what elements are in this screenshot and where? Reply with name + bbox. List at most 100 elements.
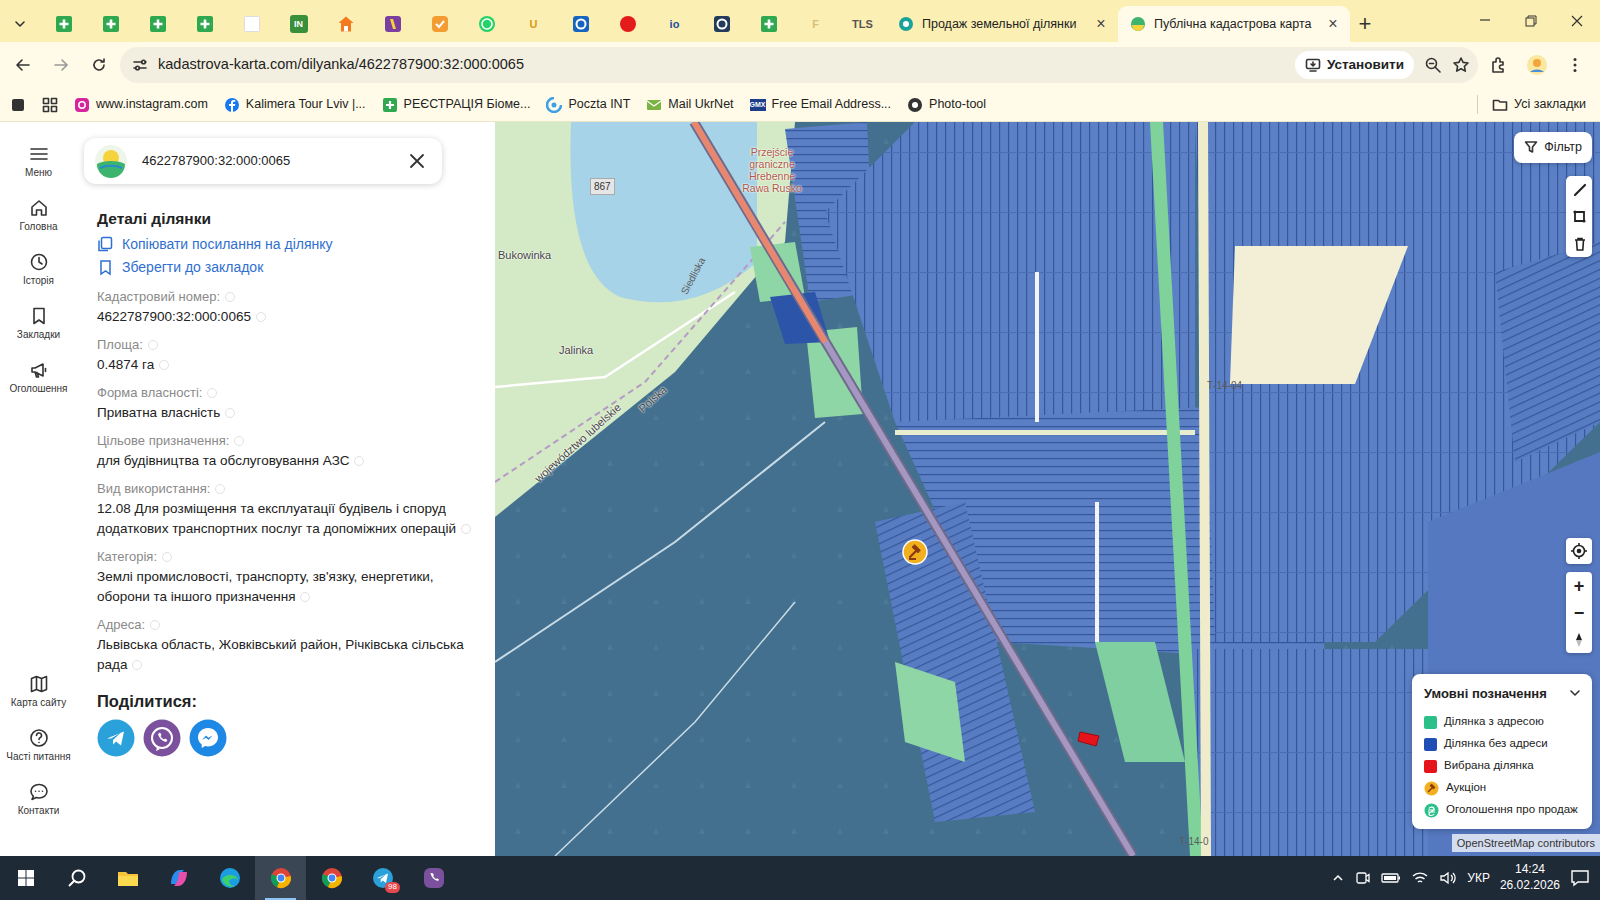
nav-label[interactable]: Меню bbox=[25, 167, 52, 180]
address-bar[interactable]: kadastrova-karta.com/dilyanka/4622787900… bbox=[120, 47, 1478, 83]
gmx-icon[interactable]: GMX bbox=[750, 99, 766, 111]
ruler-tool-button[interactable] bbox=[1566, 176, 1592, 203]
pinned-tab[interactable] bbox=[698, 6, 745, 42]
pinned-tab[interactable] bbox=[322, 6, 369, 42]
tab-title[interactable]: Продаж земельної ділянки bbox=[922, 15, 1084, 34]
map-attribution[interactable]: OpenStreetMap contributors bbox=[1452, 834, 1600, 853]
browser-menu-button[interactable] bbox=[1558, 48, 1592, 82]
star-icon[interactable] bbox=[1452, 56, 1470, 74]
bookmark-item[interactable]: Poczta INT bbox=[546, 95, 630, 114]
taskbar-app[interactable]: 98 bbox=[357, 856, 408, 900]
pinned-tab[interactable]: F bbox=[792, 6, 839, 42]
edge-icon[interactable] bbox=[218, 866, 242, 890]
menu-icon[interactable] bbox=[29, 144, 49, 164]
taskbar-app[interactable] bbox=[306, 856, 357, 900]
pinned-tab[interactable] bbox=[181, 6, 228, 42]
trash-icon[interactable] bbox=[1572, 236, 1587, 251]
bookmark-item[interactable]: Photo-tool bbox=[907, 95, 986, 114]
favicon-icon[interactable] bbox=[55, 15, 73, 33]
info-icon[interactable] bbox=[354, 456, 364, 466]
polygon-tool-button[interactable] bbox=[1566, 203, 1592, 230]
tab-groups-icon[interactable] bbox=[10, 97, 26, 113]
favicon-icon[interactable] bbox=[337, 15, 355, 33]
profile-button[interactable] bbox=[1520, 48, 1554, 82]
filter-label[interactable]: Фільтр bbox=[1544, 138, 1582, 157]
favicon-icon[interactable] bbox=[196, 15, 214, 33]
action-label[interactable]: Копіювати посилання на ділянку bbox=[122, 234, 333, 255]
nav-label[interactable]: Карта сайту bbox=[11, 697, 66, 710]
sitemap-icon[interactable] bbox=[29, 674, 49, 694]
favicon-icon[interactable] bbox=[760, 15, 778, 33]
history-icon[interactable] bbox=[29, 252, 49, 272]
search-icon[interactable] bbox=[67, 868, 87, 888]
pinned-tab[interactable] bbox=[463, 6, 510, 42]
bookmark-item[interactable]: Kalimera Tour Lviv |... bbox=[224, 95, 366, 114]
folder-icon[interactable] bbox=[1492, 97, 1508, 113]
favicon-icon[interactable] bbox=[713, 15, 731, 33]
clock-time[interactable]: 14:24 bbox=[1515, 862, 1545, 878]
funnel-icon[interactable] bbox=[1524, 140, 1538, 154]
chrome-icon[interactable] bbox=[320, 866, 344, 890]
viber-icon[interactable] bbox=[422, 866, 446, 890]
info-icon[interactable] bbox=[132, 660, 142, 670]
chevron-icon[interactable] bbox=[1568, 686, 1582, 700]
bookmark-label[interactable]: www.instagram.com bbox=[96, 95, 208, 114]
avatar-icon[interactable] bbox=[1526, 54, 1548, 76]
copy-icon[interactable] bbox=[97, 236, 114, 253]
nav-label[interactable]: Оголошення bbox=[9, 383, 67, 396]
bookmark-label[interactable]: Free Email Address... bbox=[772, 95, 892, 114]
bookmark-label[interactable]: Kalimera Tour Lviv |... bbox=[246, 95, 366, 114]
nav-item[interactable]: Головна bbox=[0, 196, 77, 246]
telegram-icon[interactable] bbox=[97, 719, 135, 757]
pinned-tab[interactable] bbox=[228, 6, 275, 42]
announce-icon[interactable] bbox=[29, 360, 49, 380]
clock-date[interactable]: 26.02.2026 bbox=[1500, 878, 1560, 894]
taskbar-app[interactable] bbox=[102, 856, 153, 900]
nav-item[interactable]: Закладки bbox=[0, 304, 77, 354]
tab-close-button[interactable]: × bbox=[1092, 16, 1110, 32]
site-settings-icon[interactable] bbox=[132, 57, 148, 73]
browser-tab[interactable]: Публічна кадастрова карта× bbox=[1118, 6, 1350, 42]
restore-window-button[interactable] bbox=[1508, 0, 1554, 42]
info-icon[interactable] bbox=[256, 312, 266, 322]
browser-tab[interactable]: Продаж земельної ділянки × bbox=[886, 6, 1118, 42]
minimize-icon[interactable] bbox=[1477, 13, 1493, 29]
legend-title[interactable]: Умовні позначення bbox=[1424, 684, 1547, 704]
chevron-down-icon[interactable] bbox=[13, 17, 27, 31]
messenger-icon[interactable] bbox=[189, 719, 227, 757]
bookmark-favicon-icon[interactable] bbox=[907, 97, 923, 113]
all-bookmarks-button[interactable]: Усі закладки bbox=[1477, 95, 1586, 114]
pinned-tab[interactable] bbox=[87, 6, 134, 42]
ruler-icon[interactable] bbox=[1572, 182, 1587, 197]
info-icon[interactable] bbox=[461, 524, 471, 534]
zoom-out-button[interactable]: − bbox=[1566, 599, 1592, 626]
nav-label[interactable]: Закладки bbox=[17, 329, 60, 342]
nav-label[interactable]: Контакти bbox=[18, 805, 60, 818]
compass-icon[interactable] bbox=[1572, 632, 1586, 648]
chrome-icon[interactable] bbox=[269, 866, 293, 890]
bookmark-item[interactable]: РЕЄСТРАЦІЯ Біоме... bbox=[382, 95, 531, 114]
puzzle-icon[interactable] bbox=[1490, 56, 1508, 74]
compass-button[interactable] bbox=[1566, 626, 1592, 653]
kebab-icon[interactable] bbox=[1566, 56, 1584, 74]
install-label[interactable]: Установити bbox=[1327, 55, 1404, 75]
language-indicator[interactable]: УКР bbox=[1467, 869, 1490, 887]
restore-icon[interactable] bbox=[1523, 13, 1539, 29]
bookmark-label[interactable]: Photo-tool bbox=[929, 95, 986, 114]
favicon-icon[interactable] bbox=[572, 15, 590, 33]
extensions-button[interactable] bbox=[1482, 48, 1516, 82]
all-bookmarks-label[interactable]: Усі закладки bbox=[1514, 95, 1586, 114]
bookmark-label[interactable]: РЕЄСТРАЦІЯ Біоме... bbox=[404, 95, 531, 114]
clock[interactable]: 14:2426.02.2026 bbox=[1500, 862, 1560, 893]
bookmark-favicon-icon[interactable] bbox=[224, 97, 240, 113]
trash-tool-button[interactable] bbox=[1566, 230, 1592, 257]
back-icon[interactable] bbox=[14, 56, 32, 74]
search-box[interactable]: 4622787900:32:000:0065 bbox=[84, 138, 442, 184]
chevron-up-icon[interactable] bbox=[1331, 871, 1345, 885]
info-icon[interactable] bbox=[234, 436, 244, 446]
info-icon[interactable] bbox=[159, 360, 169, 370]
install-icon[interactable] bbox=[1305, 57, 1321, 73]
pinned-tab-label[interactable]: io bbox=[670, 19, 680, 30]
start-button[interactable] bbox=[0, 856, 51, 900]
filter-button[interactable]: Фільтр bbox=[1514, 132, 1592, 163]
